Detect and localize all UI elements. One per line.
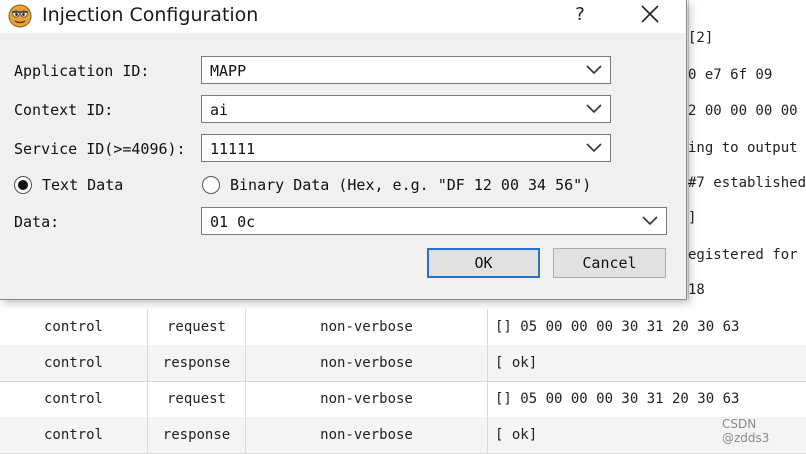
log-fragment: ] bbox=[688, 210, 697, 226]
radio-selected-dot bbox=[18, 180, 28, 190]
cell-type: control bbox=[0, 417, 148, 453]
cell-subtype: request bbox=[148, 381, 246, 417]
log-fragment: 0 e7 6f 09 bbox=[688, 67, 773, 83]
context-id-combo[interactable]: ai bbox=[201, 95, 611, 123]
table-row[interactable]: control response non-verbose [ ok] bbox=[0, 417, 806, 454]
cell-mode: non-verbose bbox=[246, 309, 488, 345]
cell-mode: non-verbose bbox=[246, 345, 488, 381]
table-row[interactable]: control response non-verbose [ ok] bbox=[0, 345, 806, 382]
table-row[interactable]: control request non-verbose [] 05 00 00 … bbox=[0, 309, 806, 346]
application-id-value: MAPP bbox=[210, 62, 247, 80]
cancel-button[interactable]: Cancel bbox=[553, 248, 666, 278]
app-icon bbox=[8, 4, 32, 28]
log-fragment: egistered for N bbox=[688, 247, 806, 263]
cell-payload: [] 05 00 00 00 30 31 20 30 63 bbox=[495, 391, 740, 407]
data-value: 01 0c bbox=[210, 213, 256, 231]
chevron-down-icon[interactable] bbox=[585, 63, 603, 77]
cell-type: control bbox=[0, 381, 148, 417]
watermark: CSDN @zdds3 bbox=[722, 417, 770, 445]
service-id-value: 11111 bbox=[210, 140, 256, 158]
help-button[interactable]: ? bbox=[562, 0, 598, 33]
close-icon[interactable] bbox=[630, 0, 670, 33]
log-fragment: #7 established, bbox=[688, 175, 806, 191]
data-combo[interactable]: 01 0c bbox=[201, 207, 667, 235]
dialog-title: Injection Configuration bbox=[42, 4, 259, 26]
chevron-down-icon[interactable] bbox=[585, 141, 603, 155]
log-fragment: 2 00 00 00 00 bbox=[688, 103, 798, 119]
service-id-label: Service ID(>=4096): bbox=[14, 140, 186, 158]
binary-data-label[interactable]: Binary Data (Hex, e.g. "DF 12 00 34 56") bbox=[230, 175, 591, 195]
text-data-radio[interactable] bbox=[14, 176, 32, 194]
cell-subtype: response bbox=[148, 417, 246, 453]
chevron-down-icon[interactable] bbox=[641, 214, 659, 228]
log-fragment: 18 bbox=[688, 282, 705, 298]
table-row[interactable]: control request non-verbose [] 05 00 00 … bbox=[0, 381, 806, 418]
service-id-combo[interactable]: 11111 bbox=[201, 134, 611, 162]
cell-payload: [ ok] bbox=[495, 355, 538, 371]
binary-data-radio[interactable] bbox=[202, 176, 220, 194]
cell-subtype: response bbox=[148, 345, 246, 381]
application-id-label: Application ID: bbox=[14, 62, 150, 80]
context-id-value: ai bbox=[210, 101, 229, 119]
title-bar[interactable]: Injection Configuration ? bbox=[0, 0, 686, 33]
data-label: Data: bbox=[14, 213, 60, 231]
context-id-label: Context ID: bbox=[14, 101, 114, 119]
log-fragment: [2] bbox=[688, 30, 714, 46]
log-fragment: ing to output t bbox=[688, 140, 806, 156]
text-data-label[interactable]: Text Data bbox=[42, 175, 123, 195]
ok-button[interactable]: OK bbox=[427, 248, 540, 278]
chevron-down-icon[interactable] bbox=[585, 102, 603, 116]
cell-type: control bbox=[0, 309, 148, 345]
cell-subtype: request bbox=[148, 309, 246, 345]
cell-mode: non-verbose bbox=[246, 381, 488, 417]
application-id-combo[interactable]: MAPP bbox=[201, 56, 611, 84]
injection-configuration-dialog: Injection Configuration ? Application ID… bbox=[0, 0, 687, 300]
cell-mode: non-verbose bbox=[246, 417, 488, 453]
cell-type: control bbox=[0, 345, 148, 381]
cell-payload: [] 05 00 00 00 30 31 20 30 63 bbox=[495, 319, 740, 335]
